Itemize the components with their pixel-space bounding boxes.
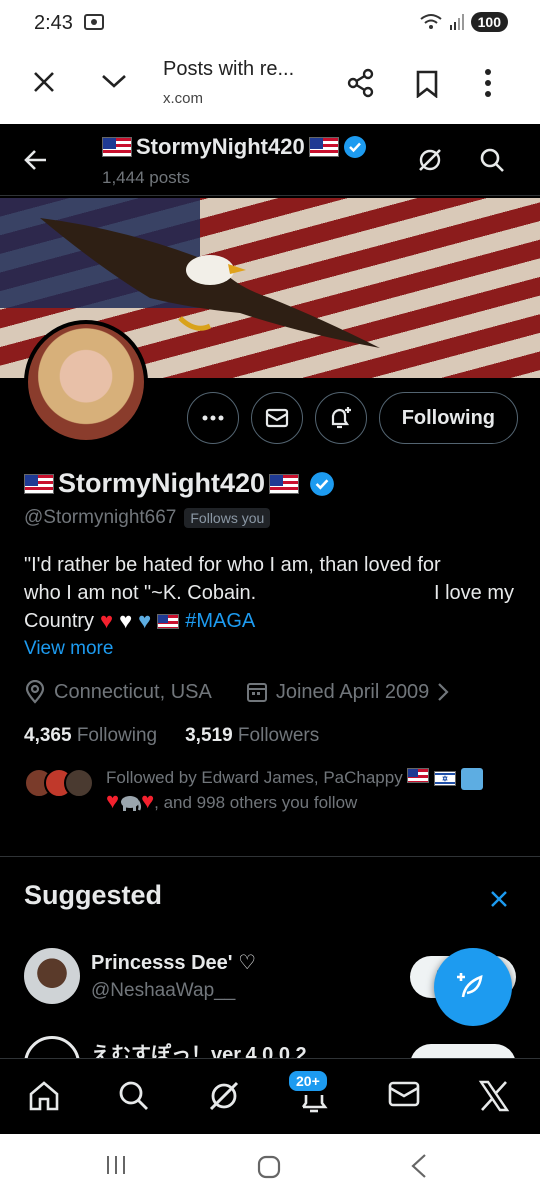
notifications-badge: 20+ bbox=[287, 1069, 329, 1093]
us-flag-icon bbox=[407, 768, 430, 783]
blue-heart-icon: ♥ bbox=[138, 608, 152, 633]
page-title: Posts with re... bbox=[163, 58, 295, 80]
followed-by-row[interactable]: Followed by Edward James, PaChappy ♥ ♥, a… bbox=[24, 766, 506, 814]
following-stat[interactable]: 4,365 Following bbox=[24, 725, 157, 747]
us-flag-icon bbox=[308, 137, 339, 157]
following-button[interactable]: Following bbox=[378, 392, 518, 444]
suggested-title: Suggested bbox=[24, 880, 163, 910]
profile-avatar[interactable] bbox=[24, 320, 148, 444]
profile-top-bar: StormyNight420 1,444 posts bbox=[0, 124, 540, 196]
avatar bbox=[24, 948, 80, 1004]
hashtag-link[interactable]: #MAGA bbox=[185, 607, 255, 635]
elephant-icon bbox=[119, 794, 142, 812]
chevron-down-icon[interactable] bbox=[100, 72, 128, 90]
bio-line-2b: I love my bbox=[433, 582, 514, 604]
us-flag-icon bbox=[157, 613, 180, 629]
x-profile-page: StormyNight420 1,444 posts Following Sto… bbox=[0, 124, 540, 1134]
recent-apps-icon[interactable] bbox=[104, 1154, 128, 1176]
screen-cast-icon bbox=[84, 14, 104, 32]
profile-handle: @Stormynight667 bbox=[24, 507, 177, 528]
followers-label: Followers bbox=[237, 725, 320, 746]
calendar-icon bbox=[246, 681, 268, 703]
followers-count: 3,519 bbox=[185, 725, 233, 746]
blue-square-icon bbox=[460, 767, 483, 790]
status-time: 2:43 bbox=[34, 12, 73, 34]
avatar bbox=[64, 768, 94, 798]
verified-badge-icon bbox=[343, 135, 367, 159]
profile-meta: Connecticut, USA Joined April 2009 bbox=[24, 680, 449, 704]
followed-by-text: Followed by Edward James, PaChappy ♥ ♥, a… bbox=[106, 766, 506, 814]
android-navigation-bar bbox=[0, 1134, 540, 1200]
israel-flag-icon bbox=[434, 771, 457, 787]
bio-line-3: Country bbox=[24, 610, 95, 632]
followed-by-names: Followed by Edward James, PaChappy bbox=[106, 768, 403, 787]
follow-stats: 4,365 Following 3,519 Followers bbox=[24, 725, 319, 747]
chevron-right-icon[interactable] bbox=[437, 682, 449, 702]
red-heart-icon: ♥ bbox=[100, 608, 114, 633]
home-button-icon[interactable] bbox=[257, 1155, 281, 1179]
messages-icon[interactable] bbox=[387, 1079, 421, 1109]
header-display-name: StormyNight420 bbox=[136, 134, 305, 159]
bookmark-icon[interactable] bbox=[416, 70, 438, 98]
handle-row: @Stormynight667 Follows you bbox=[24, 507, 271, 529]
notify-button[interactable] bbox=[314, 392, 367, 444]
red-heart-icon: ♥ bbox=[141, 787, 155, 813]
mutual-avatars bbox=[24, 768, 94, 814]
message-button[interactable] bbox=[250, 392, 303, 444]
bell-plus-icon bbox=[331, 407, 351, 429]
profile-name-row: StormyNight420 bbox=[24, 468, 335, 499]
browser-toolbar: Posts with re... x.com bbox=[0, 46, 540, 124]
home-icon[interactable] bbox=[27, 1079, 61, 1113]
page-url: x.com bbox=[163, 90, 204, 107]
grok-icon[interactable] bbox=[416, 146, 444, 174]
followers-stat[interactable]: 3,519 Followers bbox=[185, 725, 319, 747]
back-arrow-icon[interactable] bbox=[22, 146, 50, 174]
close-icon[interactable] bbox=[490, 890, 508, 908]
search-icon[interactable] bbox=[478, 146, 506, 174]
profile-actions: Following bbox=[186, 392, 518, 444]
x-logo-icon[interactable] bbox=[477, 1079, 511, 1113]
back-button-icon[interactable] bbox=[410, 1153, 428, 1179]
bio-line-1: "I'd rather be hated for who I am, than … bbox=[24, 554, 441, 576]
share-icon[interactable] bbox=[346, 68, 376, 98]
profile-display-name: StormyNight420 bbox=[58, 468, 266, 498]
more-options-button[interactable] bbox=[186, 392, 239, 444]
suggested-user-handle: @NeshaaWap__ bbox=[91, 980, 236, 1001]
following-label: Following bbox=[76, 725, 158, 746]
white-heart-icon: ♥ bbox=[119, 608, 133, 633]
view-more-link[interactable]: View more bbox=[24, 638, 113, 660]
profile-location: Connecticut, USA bbox=[54, 680, 212, 703]
profile-joined-date: Joined April 2009 bbox=[275, 680, 430, 703]
us-flag-icon bbox=[269, 473, 300, 494]
follows-you-badge: Follows you bbox=[184, 508, 271, 528]
header-name-row: StormyNight420 bbox=[102, 134, 367, 160]
close-icon[interactable] bbox=[32, 70, 56, 94]
mail-icon bbox=[265, 408, 288, 428]
battery-indicator: 100 bbox=[470, 12, 508, 32]
more-horizontal-icon bbox=[202, 415, 224, 421]
wifi-icon bbox=[419, 13, 443, 31]
status-bar: 2:43 100 bbox=[0, 0, 540, 46]
status-icons: 100 bbox=[419, 12, 508, 32]
followed-by-others: , and 998 others you follow bbox=[154, 792, 358, 812]
compose-post-button[interactable] bbox=[434, 948, 512, 1026]
us-flag-icon bbox=[24, 473, 54, 494]
bio-line-2a: who I am not "~K. Cobain. bbox=[24, 582, 257, 604]
following-count: 4,365 bbox=[24, 725, 72, 746]
verified-badge-icon bbox=[309, 471, 335, 497]
posts-count: 1,444 posts bbox=[102, 168, 190, 187]
search-icon[interactable] bbox=[117, 1079, 151, 1113]
more-vertical-icon[interactable] bbox=[484, 68, 492, 98]
section-divider bbox=[0, 856, 540, 857]
red-heart-icon: ♥ bbox=[106, 787, 120, 813]
bottom-navigation: 20+ bbox=[0, 1058, 540, 1134]
signal-icon bbox=[449, 13, 465, 31]
location-pin-icon bbox=[24, 680, 46, 704]
grok-icon[interactable] bbox=[207, 1079, 241, 1113]
us-flag-icon bbox=[102, 137, 132, 157]
suggested-user-name: Princesss Dee' ♡ bbox=[91, 952, 256, 974]
profile-bio: "I'd rather be hated for who I am, than … bbox=[24, 551, 514, 635]
compose-feather-icon bbox=[457, 973, 483, 998]
